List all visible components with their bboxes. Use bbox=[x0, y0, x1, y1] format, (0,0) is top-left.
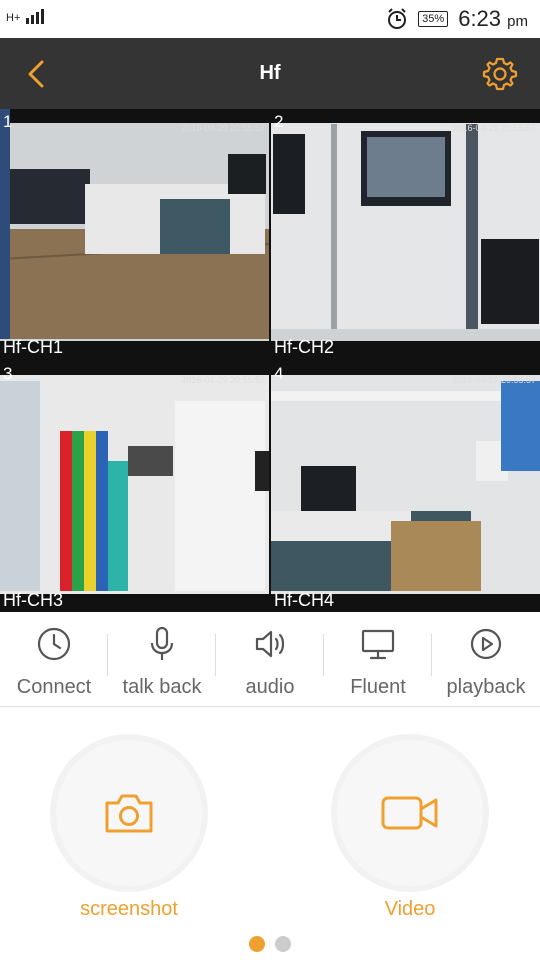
camera-cell-2[interactable]: 2 2016-04-29 20:55:57 Hf-CH2 bbox=[271, 109, 540, 359]
status-bar: H+ 35% 6:23 pm bbox=[0, 0, 540, 38]
speaker-icon bbox=[255, 630, 285, 658]
clock: 6:23 pm bbox=[458, 6, 528, 32]
camera-feed-image bbox=[0, 109, 269, 359]
play-circle-icon bbox=[470, 628, 502, 660]
camera-number: 1 bbox=[3, 112, 13, 131]
camera-name: Hf-CH4 bbox=[274, 590, 335, 610]
page-indicator bbox=[0, 936, 540, 952]
clock-ampm: pm bbox=[507, 13, 528, 30]
camera-icon bbox=[105, 794, 153, 833]
video-camera-icon bbox=[381, 796, 438, 830]
alarm-clock-icon bbox=[388, 8, 407, 29]
camera-grid: 1 2016-04-29 20:55:57 Hf-CH1 2 2016-04-2… bbox=[0, 109, 540, 612]
clock-time: 6:23 bbox=[458, 6, 502, 31]
fluent-button[interactable]: Fluent bbox=[324, 620, 432, 706]
camera-name: Hf-CH1 bbox=[3, 337, 64, 357]
app-bar: Hf bbox=[0, 38, 540, 109]
audio-button[interactable]: audio bbox=[216, 620, 324, 706]
camera-cell-1[interactable]: 1 2016-04-29 20:55:57 Hf-CH1 bbox=[0, 109, 269, 359]
camera-cell-4[interactable]: 4 2016-04-29 20:55:57 Hf-CH4 bbox=[271, 361, 540, 612]
screenshot-label: screenshot bbox=[80, 898, 178, 920]
audio-label: audio bbox=[245, 676, 295, 698]
camera-name: Hf-CH2 bbox=[274, 337, 335, 357]
control-bar: Connect talk back audio Fluent playback bbox=[0, 620, 540, 707]
connect-button[interactable]: Connect bbox=[0, 620, 108, 706]
battery-indicator: 35% bbox=[418, 11, 449, 27]
video-button[interactable] bbox=[337, 740, 483, 886]
camera-feed-image bbox=[0, 361, 269, 612]
camera-feed-image bbox=[271, 361, 540, 612]
camera-timestamp: 2016-04-29 20:55:57 bbox=[452, 375, 536, 385]
signal-strength-icon bbox=[26, 9, 45, 24]
camera-number: 3 bbox=[3, 364, 13, 383]
gear-icon[interactable] bbox=[482, 56, 518, 92]
camera-number: 2 bbox=[274, 112, 284, 131]
camera-cell-3[interactable]: 3 2016-04-29 20:55:57 Hf-CH3 bbox=[0, 361, 269, 612]
camera-number: 4 bbox=[274, 364, 284, 383]
connect-label: Connect bbox=[16, 676, 92, 698]
page-dot-active[interactable] bbox=[249, 936, 265, 952]
video-label: Video bbox=[384, 898, 436, 920]
camera-name: Hf-CH3 bbox=[3, 590, 64, 610]
playback-label: playback bbox=[446, 676, 526, 698]
camera-feed-image bbox=[271, 109, 540, 359]
camera-timestamp: 2016-04-29 20:55:57 bbox=[452, 123, 536, 133]
clock-icon bbox=[37, 627, 71, 661]
camera-timestamp: 2016-04-29 20:55:57 bbox=[181, 123, 265, 133]
talk-back-button[interactable]: talk back bbox=[108, 620, 216, 706]
network-type-indicator: H+ bbox=[6, 12, 21, 24]
page-title: Hf bbox=[259, 62, 281, 84]
screenshot-button[interactable] bbox=[56, 740, 202, 886]
microphone-icon bbox=[150, 626, 174, 660]
fluent-label: Fluent bbox=[350, 676, 406, 698]
playback-button[interactable]: playback bbox=[432, 620, 540, 706]
camera-timestamp: 2016-04-29 20:55:57 bbox=[181, 375, 265, 385]
page-dot[interactable] bbox=[275, 936, 291, 952]
monitor-icon bbox=[361, 629, 395, 660]
talk-back-label: talk back bbox=[122, 676, 202, 698]
